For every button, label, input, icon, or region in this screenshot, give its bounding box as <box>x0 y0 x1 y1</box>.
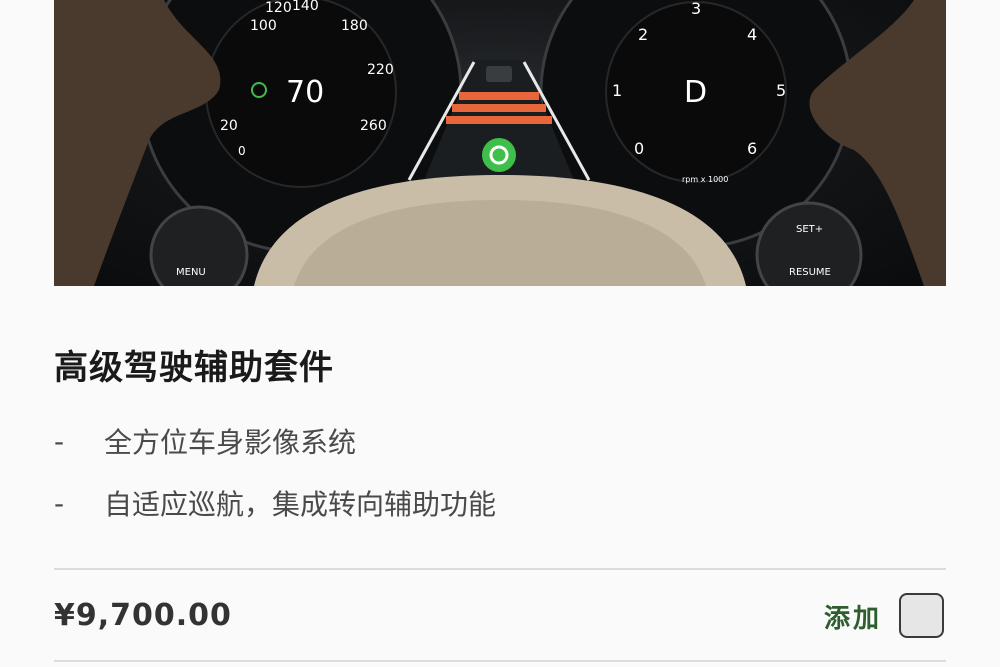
list-item: - 自适应巡航，集成转向辅助功能 <box>54 472 496 534</box>
feature-text: 自适应巡航，集成转向辅助功能 <box>104 488 497 521</box>
lane-bar <box>452 104 546 112</box>
lane-bar <box>446 116 552 124</box>
dashboard-illustration: 70 100 120 140 180 220 260 20 0 D 2 3 4 … <box>54 0 946 286</box>
lead-car-icon <box>486 66 512 82</box>
product-title: 高级驾驶辅助套件 <box>54 348 334 388</box>
left-steering-button-cluster: MENU <box>149 205 249 286</box>
rpm-tick-0: 0 <box>634 139 644 158</box>
tick-0: 0 <box>238 144 246 158</box>
rpm-tick-3: 3 <box>691 0 701 18</box>
tick-180: 180 <box>341 18 368 34</box>
resume-label: RESUME <box>789 267 831 278</box>
feature-text: 全方位车身影像系统 <box>104 426 357 459</box>
rpm-tick-6: 6 <box>747 139 757 158</box>
gear-indicator: D <box>684 75 707 110</box>
tick-100: 100 <box>250 18 277 34</box>
menu-label: MENU <box>176 267 206 278</box>
add-checkbox[interactable] <box>899 593 944 638</box>
divider <box>54 568 946 570</box>
rpm-tick-2: 2 <box>638 25 648 44</box>
tick-20: 20 <box>220 118 238 134</box>
tick-260: 260 <box>360 118 387 134</box>
rpm-tick-4: 4 <box>747 25 757 44</box>
feature-list: - 全方位车身影像系统 - 自适应巡航，集成转向辅助功能 <box>54 410 496 534</box>
bullet-dash: - <box>54 486 65 520</box>
speed-readout: 70 <box>286 75 324 110</box>
tick-140: 140 <box>292 0 319 14</box>
set-label: SET+ <box>796 224 823 235</box>
add-label[interactable]: 添加 <box>824 598 882 635</box>
price-label: ¥9,700.00 <box>54 598 232 633</box>
tick-120: 120 <box>265 0 292 16</box>
tick-220: 220 <box>367 62 394 78</box>
lane-bar <box>459 92 539 100</box>
rpm-unit-label: rpm x 1000 <box>682 175 728 184</box>
product-image: 70 100 120 140 180 220 260 20 0 D 2 3 4 … <box>54 0 946 286</box>
rpm-tick-1: 1 <box>612 81 622 100</box>
steering-assist-icon <box>482 138 516 172</box>
rpm-tick-5: 5 <box>776 81 786 100</box>
divider <box>54 660 946 662</box>
bullet-dash: - <box>54 424 65 458</box>
list-item: - 全方位车身影像系统 <box>54 410 496 472</box>
